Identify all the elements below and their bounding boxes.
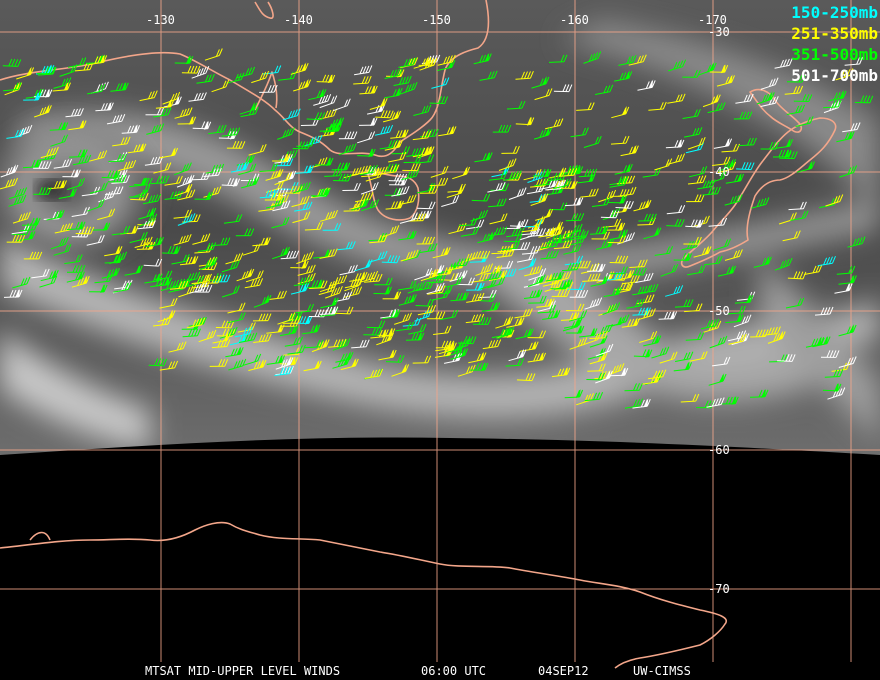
latitude-label-60s: -60 <box>708 443 730 457</box>
caption-time: 06:00 UTC <box>421 664 487 678</box>
latitude-label-70s: -70 <box>708 582 730 596</box>
longitude-label-160w: -160 <box>560 13 589 27</box>
longitude-label-140w: -140 <box>284 13 313 27</box>
caption-source: UW-CIMSS <box>633 664 691 678</box>
satellite-wind-map: -130 -140 -150 -160 -170 -30 -40 -50 -60… <box>0 0 880 680</box>
longitude-label-150w: -150 <box>422 13 451 27</box>
latitude-label-30s: -30 <box>708 25 730 39</box>
latitude-label-50s: -50 <box>708 304 730 318</box>
latitude-label-40s: -40 <box>708 165 730 179</box>
legend-item-501-700mb: 501-700mb <box>791 66 878 85</box>
space-region <box>0 437 880 680</box>
image-caption: MTSAT MID-UPPER LEVEL WINDS 06:00 UTC 04… <box>0 662 880 680</box>
longitude-label-130w: -130 <box>146 13 175 27</box>
map-canvas <box>0 0 880 680</box>
caption-title: MTSAT MID-UPPER LEVEL WINDS <box>145 664 341 678</box>
pressure-level-legend: 150-250mb 251-350mb 351-500mb 501-700mb <box>791 2 878 86</box>
legend-item-150-250mb: 150-250mb <box>791 3 878 22</box>
caption-date: 04SEP12 <box>538 664 589 678</box>
legend-item-351-500mb: 351-500mb <box>791 45 878 64</box>
legend-item-251-350mb: 251-350mb <box>791 24 878 43</box>
